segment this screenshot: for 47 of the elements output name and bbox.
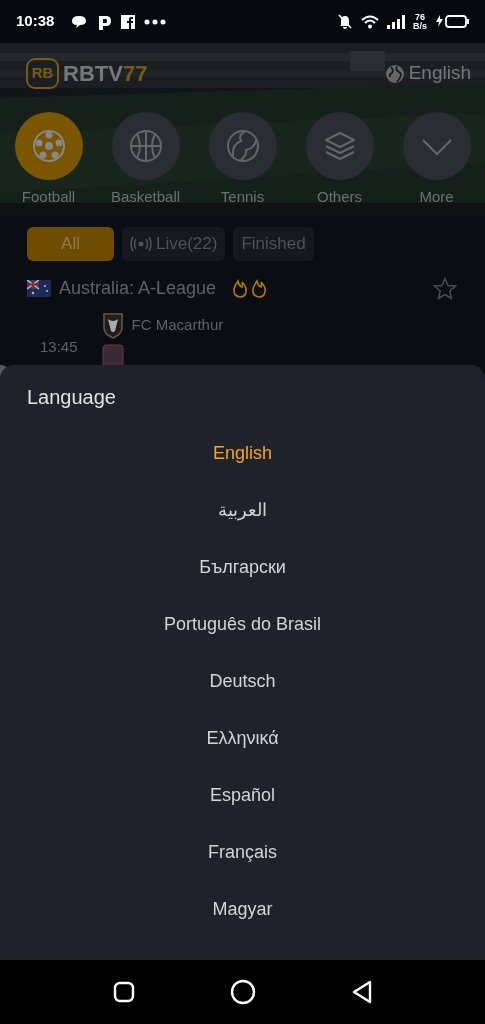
language-option[interactable]: Български <box>199 539 286 596</box>
star-icon[interactable] <box>433 277 457 300</box>
language-option[interactable]: Português do Brasil <box>163 596 322 653</box>
sport-label[interactable]: More <box>419 186 454 209</box>
brand-name: RBTV <box>63 60 123 88</box>
globe-icon <box>384 63 405 84</box>
language-option[interactable]: العربية <box>218 482 267 539</box>
sport-label[interactable]: Basketball <box>110 186 181 209</box>
language-option[interactable]: English <box>212 425 272 482</box>
language-option[interactable]: Deutsch <box>209 653 276 710</box>
net-speed-unit: B/s <box>413 21 427 31</box>
tennis-icon <box>224 128 261 164</box>
signal-icon <box>387 14 405 29</box>
mute-icon <box>337 13 353 30</box>
flag-icon <box>27 280 51 297</box>
team-name[interactable]: FC Macarthur <box>131 314 224 337</box>
filter-tab[interactable]: Finished <box>233 227 314 261</box>
football-icon <box>30 128 67 164</box>
sport-label[interactable]: Others <box>317 186 362 209</box>
league-name[interactable]: Australia: A-League <box>59 275 217 302</box>
language-button[interactable]: English <box>384 59 471 88</box>
sport-label[interactable]: Football <box>21 186 76 209</box>
brand-number: 77 <box>122 60 148 88</box>
recents-icon[interactable] <box>112 981 135 1003</box>
clock: 10:38 <box>16 11 55 32</box>
broadcast-icon <box>130 236 152 252</box>
language-option[interactable]: Magyar <box>212 881 273 938</box>
home-icon[interactable] <box>229 979 256 1005</box>
battery-charging-icon <box>435 14 469 29</box>
wifi-icon <box>361 14 379 29</box>
language-option[interactable]: Ελληνικά <box>206 710 279 767</box>
net-speed-value: 76 <box>414 12 426 22</box>
team-crest-icon <box>101 312 124 339</box>
language-option[interactable]: Français <box>208 824 277 881</box>
social-icon <box>120 13 137 30</box>
match-time: 13:45 <box>40 337 78 357</box>
sheet-title: Language <box>26 385 117 410</box>
back-icon[interactable] <box>350 980 373 1004</box>
filter-tab[interactable]: Live(22) <box>122 227 226 261</box>
language-option[interactable]: Español <box>209 767 276 824</box>
sport-label[interactable]: Tennis <box>220 186 265 209</box>
basketball-icon <box>127 128 164 164</box>
more-icon <box>144 17 167 26</box>
parking-icon <box>96 13 113 30</box>
logo-badge: RB <box>26 58 59 89</box>
chat-icon <box>70 13 89 30</box>
flame-icon <box>232 278 269 299</box>
